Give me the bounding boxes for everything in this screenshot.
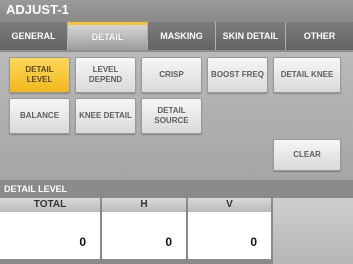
boost-freq-button[interactable]: BOOST FREQ <box>207 57 268 93</box>
detail-level-panel: DETAIL LEVEL TOTAL 0 H 0 V 0 <box>0 182 353 264</box>
tab-masking[interactable]: MASKING <box>148 22 216 50</box>
button-grid: DETAIL LEVEL LEVEL DEPEND CRISP BOOST FR… <box>0 52 353 180</box>
detail-source-button[interactable]: DETAIL SOURCE <box>141 98 202 134</box>
clear-button[interactable]: CLEAR <box>273 139 341 171</box>
total-value[interactable]: 0 <box>0 211 100 259</box>
panel-title: DETAIL LEVEL <box>4 184 68 194</box>
v-value[interactable]: 0 <box>188 211 271 259</box>
tab-skin-detail[interactable]: SKIN DETAIL <box>216 22 286 50</box>
balance-button[interactable]: BALANCE <box>9 98 70 134</box>
tab-general[interactable]: GENERAL <box>0 22 68 50</box>
tab-bar: GENERAL DETAIL MASKING SKIN DETAIL OTHER <box>0 22 353 50</box>
detail-level-button[interactable]: DETAIL LEVEL <box>9 57 70 93</box>
h-column[interactable]: H 0 <box>102 198 186 264</box>
knee-detail-button[interactable]: KNEE DETAIL <box>75 98 136 134</box>
tab-detail[interactable]: DETAIL <box>68 22 148 50</box>
adjust-screen: ADJUST-1 GENERAL DETAIL MASKING SKIN DET… <box>0 0 353 264</box>
total-column[interactable]: TOTAL 0 <box>0 198 100 264</box>
h-value[interactable]: 0 <box>102 211 186 259</box>
v-label: V <box>188 198 271 211</box>
total-label: TOTAL <box>0 198 100 211</box>
empty-column <box>273 198 353 264</box>
detail-knee-button[interactable]: DETAIL KNEE <box>273 57 341 93</box>
v-column[interactable]: V 0 <box>188 198 271 264</box>
h-label: H <box>102 198 186 211</box>
window-title: ADJUST-1 <box>0 0 353 20</box>
level-depend-button[interactable]: LEVEL DEPEND <box>75 57 136 93</box>
tab-other[interactable]: OTHER <box>286 22 353 50</box>
crisp-button[interactable]: CRISP <box>141 57 202 93</box>
